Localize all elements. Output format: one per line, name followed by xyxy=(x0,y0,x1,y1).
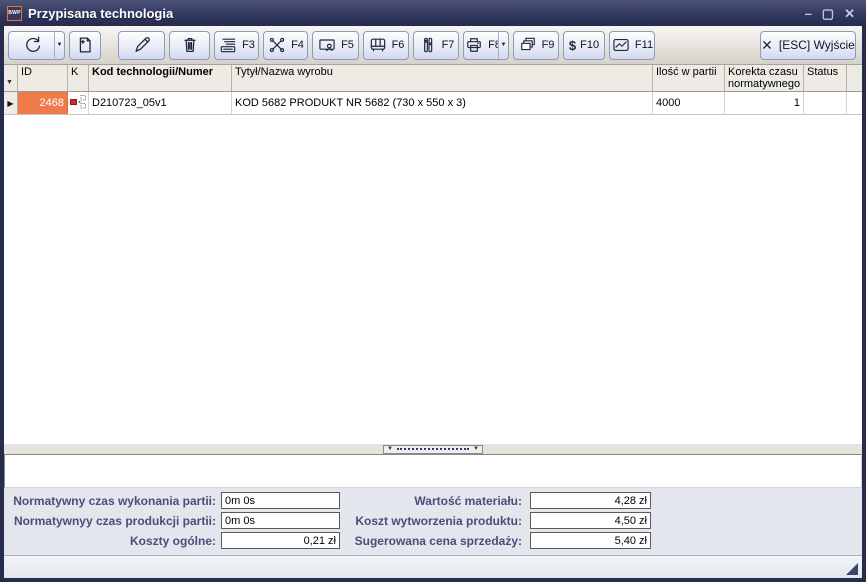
cell-kod[interactable]: D210723_05v1 xyxy=(89,92,232,114)
maximize-icon[interactable]: ▢ xyxy=(822,7,834,20)
trash-icon xyxy=(179,34,201,56)
minimize-icon[interactable]: – xyxy=(805,7,812,20)
app-window: BWP Przypisana technologia – ▢ ✕ ▼ xyxy=(0,0,866,582)
filter-icon: ▼ xyxy=(4,77,14,91)
f7-button[interactable]: F7 xyxy=(413,31,459,60)
chevron-down-icon: ▼ xyxy=(57,42,63,48)
cell-filler xyxy=(847,92,862,114)
cut-scissors-icon xyxy=(267,35,287,55)
status-bar xyxy=(4,555,862,578)
f11-label: F11 xyxy=(635,39,653,51)
f5-label: F5 xyxy=(341,39,354,51)
splitter-toggle-button[interactable]: ▼ ▼ xyxy=(383,445,483,454)
f9-button[interactable]: F9 xyxy=(513,31,559,60)
list-keyboard-icon xyxy=(218,35,238,55)
splitter-dots xyxy=(397,448,469,450)
row-selector-icon: ▶ xyxy=(7,99,13,108)
label-koszt-wytworzenia: Koszt wytworzenia produktu: xyxy=(344,514,522,528)
f9-label: F9 xyxy=(542,39,555,51)
copies-icon xyxy=(518,35,538,55)
window-body: ▼ xyxy=(4,26,862,578)
column-header-tytul[interactable]: Tytył/Nazwa wyrobu xyxy=(232,65,653,91)
new-document-icon xyxy=(74,34,96,56)
f4-label: F4 xyxy=(291,39,304,51)
f4-button[interactable]: F4 xyxy=(263,31,308,60)
column-header-ilosc[interactable]: Ilość w partii xyxy=(653,65,725,91)
chart-icon xyxy=(611,35,631,55)
printer-icon xyxy=(464,35,484,55)
dollar-icon: $ xyxy=(569,39,576,52)
tech-structure-icon xyxy=(70,95,86,112)
resize-grip-icon[interactable] xyxy=(846,563,858,575)
label-normatywny-czas-wykonania: Normatywny czas wykonania partii: xyxy=(4,494,216,508)
window-title: Przypisana technologia xyxy=(28,6,173,21)
edit-button[interactable] xyxy=(118,31,165,60)
f11-button[interactable]: F11 xyxy=(609,31,655,60)
collapsed-detail-panel xyxy=(4,454,862,488)
f3-button[interactable]: F3 xyxy=(214,31,259,60)
machine-icon xyxy=(368,35,388,55)
grid-header: ▼ ID K Kod technologii/Numer Tytył/Nazwa… xyxy=(4,65,862,92)
column-header-id[interactable]: ID xyxy=(18,65,68,91)
form-row: Normatywny czas wykonania partii: Wartoś… xyxy=(4,492,862,509)
cell-k[interactable] xyxy=(68,92,89,114)
exit-label: [ESC] Wyjście xyxy=(779,38,855,52)
form-row: Normatywnyy czas produkcji partii: Koszt… xyxy=(4,512,862,529)
filter-column-header[interactable]: ▼ xyxy=(4,65,18,91)
input-sugerowana-cena[interactable] xyxy=(530,532,651,549)
grid-empty-area xyxy=(4,115,862,444)
toolbar: ▼ xyxy=(4,26,862,65)
table-row[interactable]: ▶ 2468 D210723_05v1 KOD 5682 PRODUKT NR … xyxy=(4,92,862,115)
label-koszty-ogolne: Koszty ogólne: xyxy=(4,534,216,548)
column-header-status[interactable]: Status xyxy=(804,65,847,91)
cell-tytul[interactable]: KOD 5682 PRODUKT NR 5682 (730 x 550 x 3) xyxy=(232,92,653,114)
refresh-icon xyxy=(22,34,44,56)
input-koszt-wytworzenia[interactable] xyxy=(530,512,651,529)
f7-label: F7 xyxy=(442,39,455,51)
title-bar: BWP Przypisana technologia – ▢ ✕ xyxy=(0,0,866,26)
summary-form-panel: Normatywny czas wykonania partii: Wartoś… xyxy=(4,488,862,555)
input-normatywny-czas-produkcji[interactable] xyxy=(221,512,340,529)
exit-x-icon: ✕ xyxy=(761,38,773,52)
new-item-button[interactable] xyxy=(69,31,101,60)
cell-id[interactable]: 2468 xyxy=(18,92,68,114)
delete-button[interactable] xyxy=(169,31,210,60)
splitter-bar: ▼ ▼ xyxy=(4,444,862,454)
chevron-down-icon: ▼ xyxy=(501,42,507,48)
cell-korekta[interactable]: 1 xyxy=(725,92,804,114)
input-normatywny-czas-wykonania[interactable] xyxy=(221,492,340,509)
input-koszty-ogolne[interactable] xyxy=(221,532,340,549)
print-dropdown-button[interactable]: ▼ xyxy=(498,31,509,60)
f6-label: F6 xyxy=(392,39,405,51)
f10-button[interactable]: $ F10 xyxy=(563,31,605,60)
row-selector-cell[interactable]: ▶ xyxy=(4,92,18,114)
triangle-down-icon: ▼ xyxy=(473,446,479,452)
form-row: Koszty ogólne: Sugerowana cena sprzedaży… xyxy=(4,532,862,549)
exit-button[interactable]: ✕ [ESC] Wyjście xyxy=(760,31,856,60)
column-header-kod[interactable]: Kod technologii/Numer xyxy=(89,65,232,91)
column-header-filler xyxy=(847,65,862,91)
triangle-down-icon: ▼ xyxy=(387,446,393,452)
f10-label: F10 xyxy=(580,39,599,51)
cell-ilosc[interactable]: 4000 xyxy=(653,92,725,114)
close-icon[interactable]: ✕ xyxy=(844,7,855,20)
column-header-korekta[interactable]: Korekta czasu normatywnego xyxy=(725,65,804,91)
pencil-icon xyxy=(131,34,153,56)
column-header-k[interactable]: K xyxy=(68,65,89,91)
tools-valves-icon xyxy=(418,35,438,55)
label-wartosc-materialu: Wartość materiału: xyxy=(344,494,522,508)
f6-button[interactable]: F6 xyxy=(363,31,409,60)
refresh-dropdown-button[interactable]: ▼ xyxy=(54,31,65,60)
f3-label: F3 xyxy=(242,39,255,51)
preview-person-icon xyxy=(317,35,337,55)
refresh-button[interactable] xyxy=(8,31,58,60)
cell-status[interactable] xyxy=(804,92,847,114)
f8-print-button[interactable]: F8 xyxy=(463,31,502,60)
f5-button[interactable]: F5 xyxy=(312,31,359,60)
app-logo-icon: BWP xyxy=(7,6,22,21)
input-wartosc-materialu[interactable] xyxy=(530,492,651,509)
label-normatywny-czas-produkcji: Normatywnyy czas produkcji partii: xyxy=(4,514,216,528)
window-controls: – ▢ ✕ xyxy=(805,7,859,20)
label-sugerowana-cena: Sugerowana cena sprzedaży: xyxy=(344,534,522,548)
